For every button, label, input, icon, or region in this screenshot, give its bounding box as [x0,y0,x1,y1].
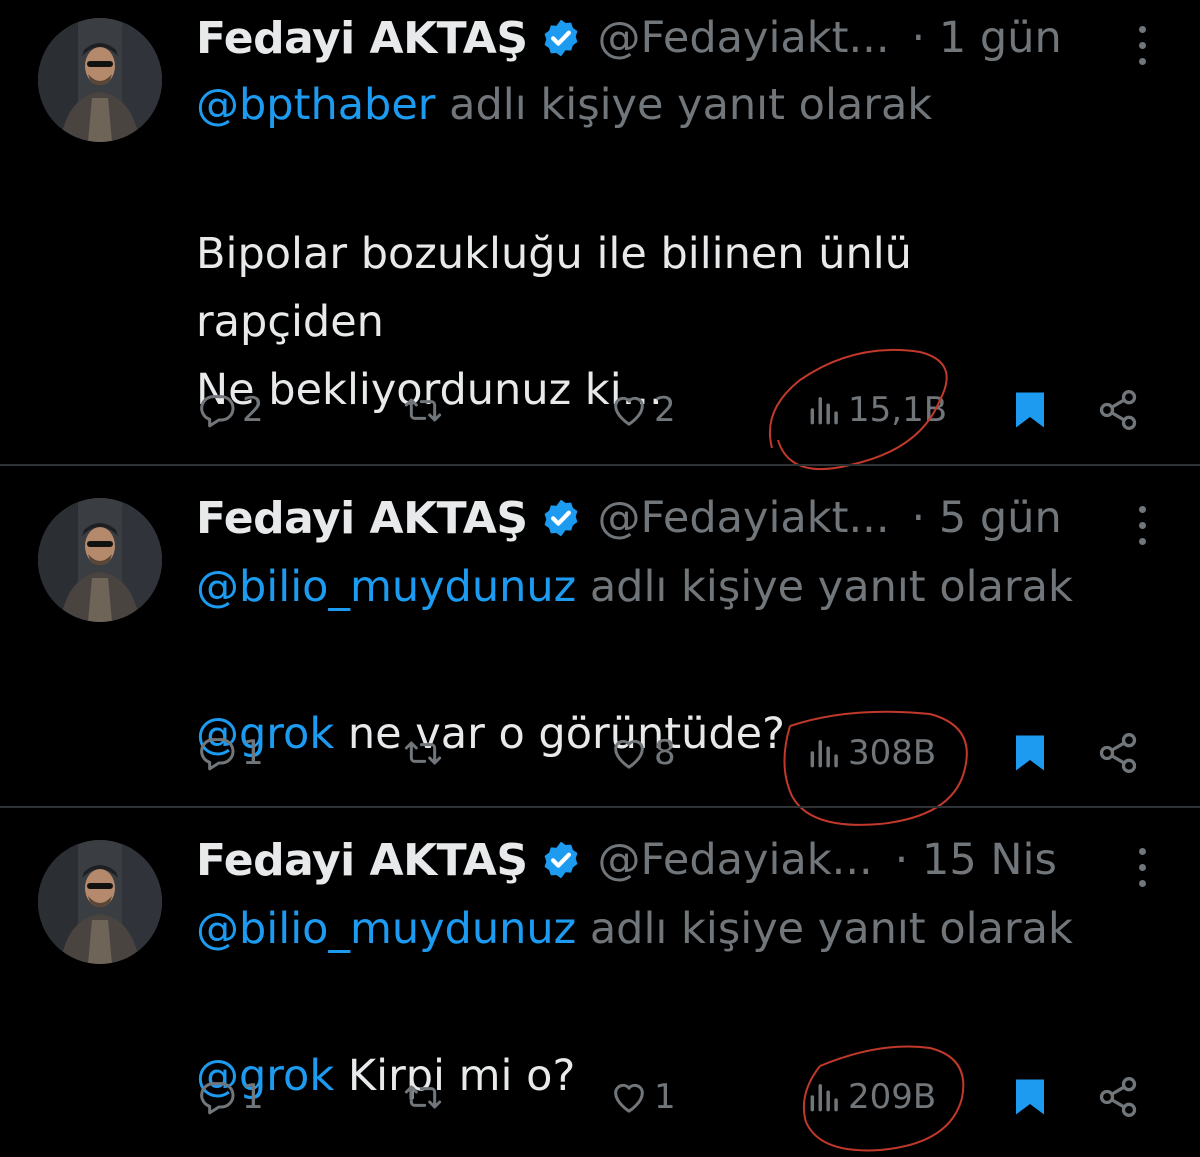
bookmark-icon [1016,1079,1044,1115]
reply-button[interactable]: 1 [198,728,264,778]
reply-icon [200,738,235,771]
action-bar: 1 8 308B [0,728,1200,778]
share-button[interactable] [1096,728,1140,778]
verified-badge-icon [544,499,577,537]
like-count: 8 [654,733,676,773]
tweet-3[interactable]: Fedayi AKTAŞ @Fedayiak... · 15 Nis @bili… [0,808,1200,1157]
tweet-2[interactable]: Fedayi AKTAŞ @Fedayiakt... · 5 gün @bili… [0,466,1200,826]
action-bar: 2 2 15,1B [0,385,1200,435]
views-count: 209B [848,1077,937,1117]
views-icon [810,1084,838,1112]
reply-context-label: adlı kişiye yanıt olarak [435,80,933,130]
reply-count: 2 [242,390,264,430]
reply-context-label: adlı kişiye yanıt olarak [576,562,1073,612]
tweet-text: Bipolar bozukluğu ile bilinen ünlü rapçi… [196,152,912,424]
timestamp[interactable]: · 5 gün [912,493,1062,543]
views-icon [810,740,838,768]
share-button[interactable] [1096,1072,1140,1122]
like-button[interactable]: 8 [608,728,676,778]
reply-to-mention[interactable]: @bpthaber [196,80,435,130]
author-name[interactable]: Fedayi AKTAŞ [196,13,528,64]
reply-to-mention[interactable]: @bilio_muydunuz [196,904,576,954]
bookmark-button[interactable] [1012,728,1048,778]
more-icon[interactable] [1136,848,1148,892]
verified-badge-icon [544,841,577,879]
like-count: 2 [654,390,676,430]
reply-context: @bilio_muydunuz adlı kişiye yanıt olarak [196,904,1073,954]
verified-badge-icon [544,19,577,57]
reply-count: 1 [242,733,264,773]
author-handle[interactable]: @Fedayiakt... [598,493,890,543]
views-count: 15,1B [848,390,948,430]
reply-context: @bilio_muydunuz adlı kişiye yanıt olarak [196,562,1073,612]
views-button[interactable]: 209B [806,1072,936,1122]
bookmark-button[interactable] [1012,1072,1048,1122]
tweet-header: Fedayi AKTAŞ @Fedayiakt... · 5 gün [196,488,1062,548]
avatar[interactable] [38,18,162,142]
more-icon[interactable] [1136,506,1148,550]
retweet-button[interactable] [400,385,450,435]
tweet-header: Fedayi AKTAŞ @Fedayiak... · 15 Nis [196,830,1057,890]
reply-button[interactable]: 2 [198,385,264,435]
retweet-button[interactable] [400,1072,450,1122]
views-button[interactable]: 15,1B [806,385,947,435]
bookmark-icon [1016,392,1044,428]
like-icon [614,1083,644,1113]
retweet-icon [404,398,442,422]
author-name[interactable]: Fedayi AKTAŞ [196,835,528,886]
views-count: 308B [848,733,937,773]
share-icon [1099,733,1137,773]
reply-to-mention[interactable]: @bilio_muydunuz [196,562,576,612]
timestamp[interactable]: · 15 Nis [895,835,1057,885]
author-handle[interactable]: @Fedayiakt... [598,13,890,63]
author-handle[interactable]: @Fedayiak... [598,835,873,885]
like-button[interactable]: 2 [608,385,676,435]
tweet-header: Fedayi AKTAŞ @Fedayiakt... · 1 gün [196,8,1062,68]
like-icon [614,396,644,426]
retweet-icon [404,741,442,765]
share-button[interactable] [1096,385,1140,435]
share-icon [1099,390,1137,430]
avatar[interactable] [38,498,162,622]
like-icon [614,739,644,769]
reply-icon [200,395,235,428]
avatar[interactable] [38,840,162,964]
tweet-1[interactable]: Fedayi AKTAŞ @Fedayiakt... · 1 gün @bpth… [0,0,1200,471]
retweet-button[interactable] [400,728,450,778]
like-count: 1 [654,1077,676,1117]
reply-icon [200,1082,235,1115]
reply-count: 1 [242,1077,264,1117]
retweet-icon [404,1085,442,1109]
bookmark-icon [1016,735,1044,771]
views-icon [810,397,838,425]
more-icon[interactable] [1136,26,1148,70]
reply-button[interactable]: 1 [198,1072,264,1122]
reply-context: @bpthaber adlı kişiye yanıt olarak [196,80,932,130]
views-button[interactable]: 308B [806,728,936,778]
action-bar: 1 1 209B [0,1072,1200,1122]
reply-context-label: adlı kişiye yanıt olarak [576,904,1073,954]
bookmark-button[interactable] [1012,385,1048,435]
like-button[interactable]: 1 [608,1072,676,1122]
timestamp[interactable]: · 1 gün [912,13,1062,63]
share-icon [1099,1077,1137,1117]
author-name[interactable]: Fedayi AKTAŞ [196,493,528,544]
